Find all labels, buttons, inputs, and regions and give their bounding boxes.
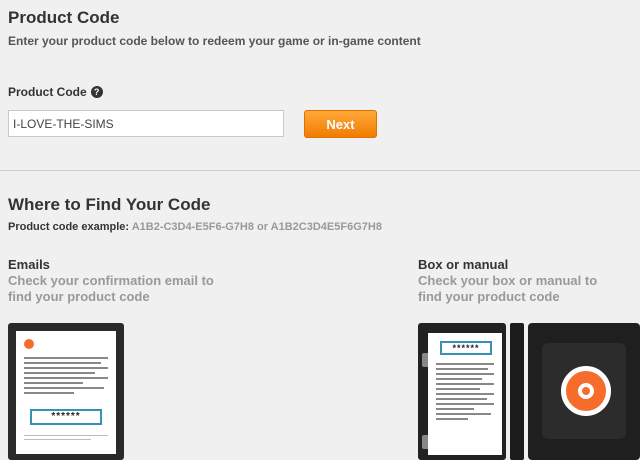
manual-text-lines xyxy=(436,363,494,423)
help-icon[interactable]: ? xyxy=(90,86,103,98)
emails-title: Emails xyxy=(8,257,50,272)
section-divider xyxy=(0,170,640,171)
product-code-label: Product Code xyxy=(8,85,87,99)
disc-holder xyxy=(542,343,626,439)
box-title: Box or manual xyxy=(418,257,509,272)
emails-description: Check your confirmation email to find yo… xyxy=(8,273,214,304)
manual-code-box: ****** xyxy=(440,341,492,355)
example-label: Product code example: xyxy=(8,221,130,233)
origin-logo-icon xyxy=(561,366,611,416)
manual-page: ****** xyxy=(428,333,502,455)
email-footer-lines xyxy=(24,435,108,443)
product-code-input[interactable] xyxy=(8,110,284,137)
box-description: Check your box or manual to find your pr… xyxy=(418,273,598,304)
manual-panel: ****** xyxy=(418,323,506,460)
product-code-label-row: Product Code ? xyxy=(8,85,103,99)
email-text-lines xyxy=(24,357,108,397)
page-title: Product Code xyxy=(8,8,120,27)
case-spine xyxy=(510,323,524,460)
box-illustration: ****** xyxy=(418,323,640,460)
email-paper: ****** xyxy=(16,331,116,454)
page-subtitle: Enter your product code below to redeem … xyxy=(8,34,421,48)
example-value: A1B2-C3D4-E5F6-G7H8 or A1B2C3D4E5F6G7H8 xyxy=(131,221,382,233)
email-code-box: ****** xyxy=(30,409,102,425)
origin-logo-icon xyxy=(24,339,34,349)
email-illustration: ****** xyxy=(8,323,124,460)
find-code-title: Where to Find Your Code xyxy=(8,195,211,214)
example-row: Product code example: A1B2-C3D4-E5F6-G7H… xyxy=(8,221,382,233)
next-button[interactable]: Next xyxy=(304,110,377,138)
disc-case xyxy=(528,323,640,460)
